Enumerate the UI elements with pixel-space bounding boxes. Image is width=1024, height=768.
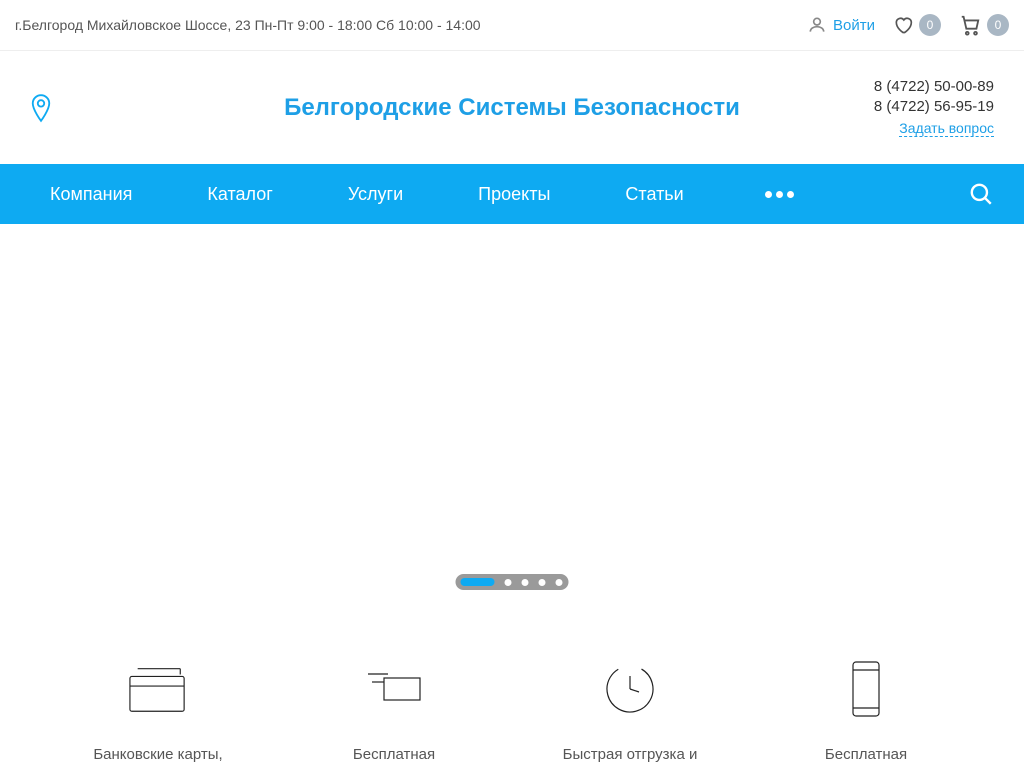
cart-count-badge: 0 bbox=[987, 14, 1009, 36]
nav-more-button[interactable] bbox=[759, 191, 800, 198]
phone-1[interactable]: 8 (4722) 50-00-89 bbox=[874, 78, 994, 95]
logo-text: Белгородские Системы Безопасности bbox=[284, 94, 740, 121]
delivery-icon bbox=[364, 662, 424, 716]
user-icon bbox=[807, 15, 827, 35]
navbar: Компания Каталог Услуги Проекты Статьи bbox=[0, 164, 1024, 224]
feature-text: Быстрая отгрузка и bbox=[563, 744, 698, 765]
wishlist-block[interactable]: 0 bbox=[893, 14, 941, 36]
feature-delivery: Бесплатная bbox=[276, 662, 512, 765]
wishlist-count-badge: 0 bbox=[919, 14, 941, 36]
topbar-right: Войти 0 0 bbox=[807, 14, 1009, 36]
nav-item-catalog[interactable]: Каталог bbox=[207, 184, 272, 205]
more-dot-icon bbox=[787, 191, 794, 198]
topbar: г.Белгород Михайловское Шоссе, 23 Пн-Пт … bbox=[0, 0, 1024, 51]
nav-item-services[interactable]: Услуги bbox=[348, 184, 403, 205]
feature-text: Бесплатная bbox=[825, 744, 907, 765]
header-contacts: 8 (4722) 50-00-89 8 (4722) 56-95-19 Зада… bbox=[874, 78, 994, 137]
slider-dots bbox=[456, 574, 569, 590]
header: Белгородские Системы Безопасности 8 (472… bbox=[0, 51, 1024, 164]
slider-dot[interactable] bbox=[522, 579, 529, 586]
slider-dot[interactable] bbox=[539, 579, 546, 586]
nav-item-company[interactable]: Компания bbox=[50, 184, 132, 205]
search-button[interactable] bbox=[968, 181, 994, 207]
ask-question-link[interactable]: Задать вопрос bbox=[899, 120, 994, 137]
phone-icon bbox=[836, 662, 896, 716]
phone-2[interactable]: 8 (4722) 56-95-19 bbox=[874, 98, 994, 115]
heart-icon bbox=[893, 15, 913, 35]
cart-icon bbox=[959, 14, 981, 36]
slider-dot-active[interactable] bbox=[461, 578, 495, 586]
nav-item-projects[interactable]: Проекты bbox=[478, 184, 550, 205]
login-link[interactable]: Войти bbox=[833, 17, 875, 34]
more-dot-icon bbox=[765, 191, 772, 198]
clock-icon bbox=[600, 662, 660, 716]
hero-slider bbox=[0, 224, 1024, 602]
feature-fast: Быстрая отгрузка и bbox=[512, 662, 748, 765]
location-pin[interactable] bbox=[30, 93, 80, 123]
card-icon bbox=[128, 662, 188, 716]
header-logo: Белгородские Системы Безопасности bbox=[0, 94, 1024, 122]
nav-items: Компания Каталог Услуги Проекты Статьи bbox=[50, 184, 800, 205]
more-dot-icon bbox=[776, 191, 783, 198]
topbar-address: г.Белгород Михайловское Шоссе, 23 Пн-Пт … bbox=[15, 17, 481, 33]
feature-text: Банковские карты, bbox=[93, 744, 222, 765]
feature-text: Бесплатная bbox=[353, 744, 435, 765]
cart-block[interactable]: 0 bbox=[959, 14, 1009, 36]
feature-free: Бесплатная bbox=[748, 662, 984, 765]
slider-dot[interactable] bbox=[556, 579, 563, 586]
features-row: Банковские карты, Бесплатная Быстрая отг… bbox=[0, 602, 1024, 765]
login-block[interactable]: Войти bbox=[807, 15, 875, 35]
nav-item-articles[interactable]: Статьи bbox=[625, 184, 683, 205]
feature-payment: Банковские карты, bbox=[40, 662, 276, 765]
slider-dot[interactable] bbox=[505, 579, 512, 586]
